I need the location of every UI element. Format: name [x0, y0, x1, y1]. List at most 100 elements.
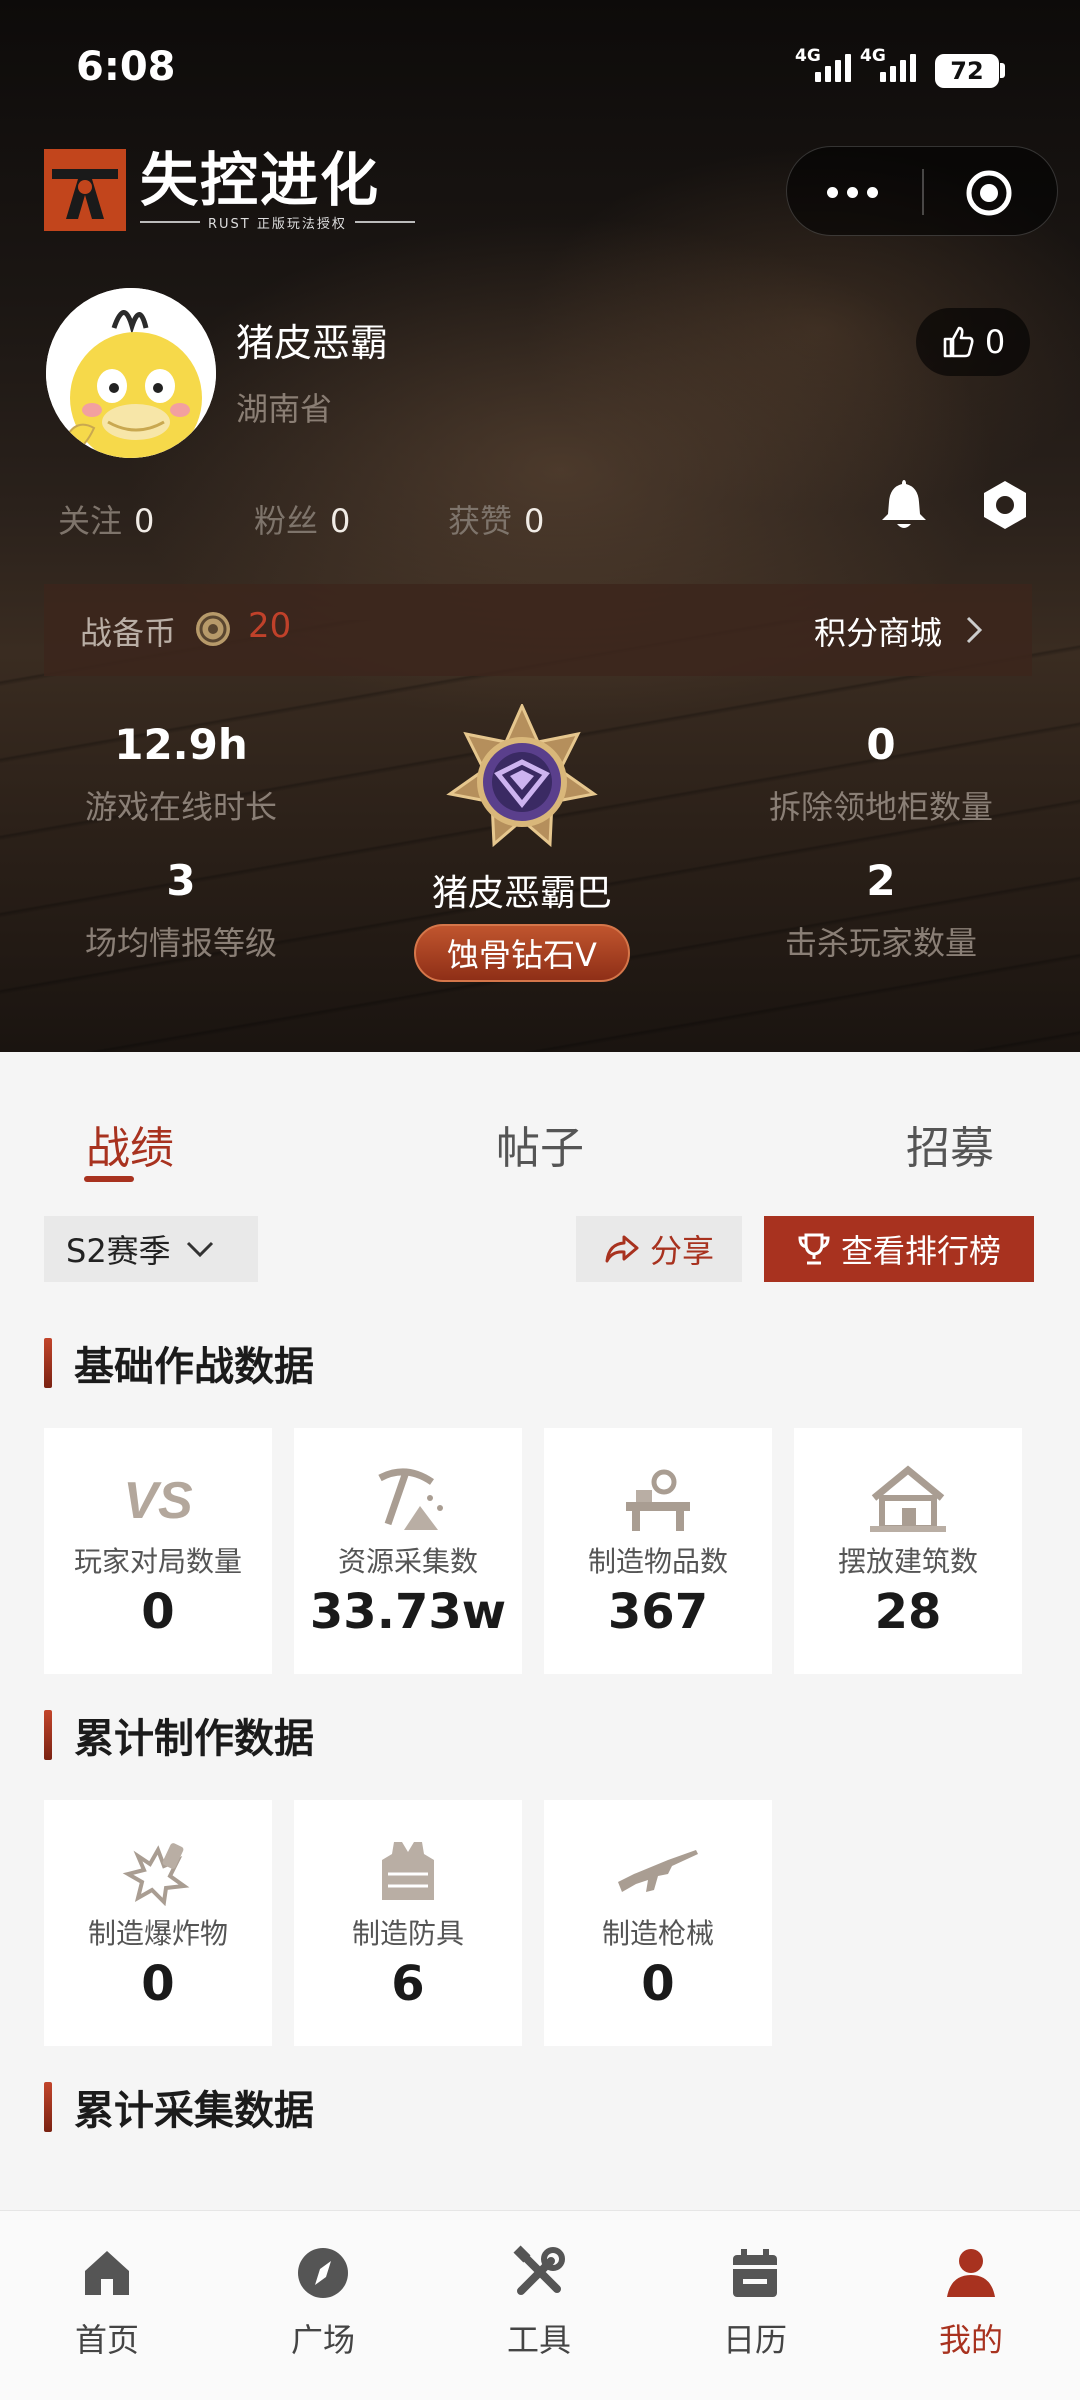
- profile-icon: [947, 2249, 995, 2297]
- rifle-icon: [618, 1850, 698, 1892]
- battery-indicator: 72: [935, 54, 999, 88]
- rank-player-name: 猪皮恶霸巴: [431, 873, 612, 914]
- metric-cabinets-removed: 0 拆除领地柜数量: [716, 720, 1046, 828]
- stat-value: 33.73w: [309, 1584, 507, 1640]
- rank-badge-icon: [446, 704, 598, 848]
- stat-value: 0: [141, 1584, 175, 1640]
- nav-label: 我的: [938, 2321, 1003, 2359]
- signal-icon: [880, 54, 916, 82]
- fans-stat[interactable]: 粉丝 0: [254, 496, 350, 542]
- chevron-down-icon: [186, 1241, 213, 1258]
- pickaxe-icon: [378, 1468, 443, 1530]
- rank-tier-badge: 蚀骨钻石V: [414, 924, 630, 982]
- trophy-icon: [798, 1233, 830, 1265]
- nav-item-calendar[interactable]: 日历: [680, 2239, 830, 2361]
- avatar[interactable]: [46, 288, 216, 458]
- stat-label: 摆放建筑数: [837, 1545, 978, 1578]
- vs-icon: VS: [123, 1472, 193, 1530]
- thumbs-up-icon: [943, 326, 974, 358]
- battery-icon: [1000, 63, 1005, 78]
- more-options-button[interactable]: [827, 187, 878, 198]
- nav-item-mine[interactable]: 我的: [896, 2239, 1046, 2361]
- fans-label: 粉丝: [254, 502, 319, 540]
- active-tab-indicator: [84, 1176, 134, 1182]
- metric-intel-level: 3 场均情报等级: [16, 856, 346, 964]
- brand-title: 失控进化: [140, 145, 381, 214]
- stat-card: VS 玩家对局数量 0: [44, 1428, 272, 1674]
- user-province: 湖南省: [236, 390, 333, 428]
- section-gathering-title: 累计采集数据: [44, 2078, 314, 2136]
- follow-label: 关注: [58, 502, 123, 540]
- leaderboard-label: 查看排行榜: [840, 1232, 1001, 1270]
- metric-label: 场均情报等级: [84, 924, 277, 962]
- metric-value: 3: [166, 856, 196, 905]
- stat-value: 367: [607, 1584, 709, 1640]
- season-value: S2赛季: [66, 1232, 171, 1270]
- stat-card: 制造防具 6: [294, 1800, 522, 2046]
- metric-label: 游戏在线时长: [84, 788, 277, 826]
- coin-icon: [196, 612, 230, 646]
- metric-value: 2: [866, 856, 896, 905]
- stat-card: 制造物品数 367: [544, 1428, 772, 1674]
- season-select[interactable]: S2赛季: [44, 1216, 258, 1282]
- logo-mark-icon: [44, 149, 126, 231]
- stat-value: 0: [641, 1956, 675, 2012]
- profile-hero: 6:08 4G 4G 72 失控进化 RUST 正版玩法授权 猪皮恶霸 湖南省 …: [0, 0, 1080, 1052]
- stat-label: 制造枪械: [601, 1917, 714, 1950]
- explosive-icon: [122, 1843, 190, 1906]
- stat-label: 制造物品数: [587, 1545, 728, 1578]
- app-logo: 失控进化 RUST 正版玩法授权: [44, 145, 415, 235]
- liked-stat[interactable]: 获赞 0: [448, 496, 544, 542]
- gear-icon[interactable]: [978, 478, 1032, 532]
- share-button[interactable]: 分享: [576, 1216, 742, 1282]
- share-label: 分享: [649, 1232, 714, 1270]
- follow-stat[interactable]: 关注 0: [58, 496, 154, 542]
- tab-records[interactable]: 战绩: [86, 1112, 174, 1176]
- stat-label: 制造防具: [351, 1917, 464, 1950]
- nav-label: 广场: [290, 2321, 355, 2359]
- stat-card: 摆放建筑数 28: [794, 1428, 1022, 1674]
- coin-bar: 战备币 20 积分商城: [44, 584, 1032, 676]
- nav-item-home[interactable]: 首页: [32, 2239, 182, 2361]
- section-basic-title: 基础作战数据: [44, 1334, 314, 1392]
- nav-label: 日历: [722, 2321, 787, 2359]
- coin-label: 战备币: [80, 614, 177, 652]
- calendar-icon: [733, 2249, 777, 2297]
- stat-value: 0: [141, 1956, 175, 2012]
- points-mall-link[interactable]: 积分商城: [814, 608, 942, 654]
- stat-label: 玩家对局数量: [73, 1545, 242, 1578]
- coin-value: 20: [248, 606, 292, 646]
- tab-posts[interactable]: 帖子: [496, 1112, 584, 1176]
- leaderboard-button[interactable]: 查看排行榜: [764, 1216, 1034, 1282]
- like-count: 0: [984, 323, 1006, 361]
- nav-item-plaza[interactable]: 广场: [248, 2239, 398, 2361]
- home-icon: [85, 2251, 129, 2295]
- metric-value: 0: [866, 720, 896, 769]
- chevron-right-icon[interactable]: [964, 614, 984, 646]
- tab-recruit[interactable]: 招募: [906, 1112, 994, 1176]
- compass-icon: [298, 2248, 348, 2298]
- stat-label: 制造爆炸物: [87, 1917, 228, 1950]
- nav-label: 工具: [506, 2321, 571, 2359]
- stats-content: 战绩 帖子 招募 S2赛季 分享 查看排行榜 基础作战数据 VS 玩家对局数量 …: [0, 1052, 1080, 2210]
- like-button[interactable]: 0: [916, 308, 1030, 376]
- status-bar: 6:08 4G 4G 72: [0, 40, 1080, 100]
- close-miniprogram-icon[interactable]: [965, 169, 1013, 217]
- miniprogram-capsule: [786, 146, 1058, 236]
- nav-label: 首页: [74, 2321, 139, 2359]
- stat-label: 资源采集数: [337, 1545, 478, 1578]
- follow-count: 0: [134, 502, 155, 540]
- liked-count: 0: [524, 502, 545, 540]
- bottom-nav: 首页 广场 工具 日历 我的: [0, 2210, 1080, 2400]
- stat-value: 6: [391, 1956, 425, 2012]
- section-title-text: 累计采集数据: [74, 2088, 314, 2134]
- status-time: 6:08: [76, 44, 176, 90]
- metric-online-hours: 12.9h 游戏在线时长: [16, 720, 346, 828]
- nav-item-tools[interactable]: 工具: [464, 2239, 614, 2361]
- armor-vest-icon: [382, 1842, 434, 1900]
- share-icon: [605, 1235, 639, 1263]
- bell-icon[interactable]: [878, 476, 930, 532]
- brand-subtitle: RUST 正版玩法授权: [208, 216, 347, 232]
- metric-value: 12.9h: [114, 720, 248, 769]
- app-root: 6:08 4G 4G 72 失控进化 RUST 正版玩法授权 猪皮恶霸 湖南省 …: [0, 0, 1080, 2400]
